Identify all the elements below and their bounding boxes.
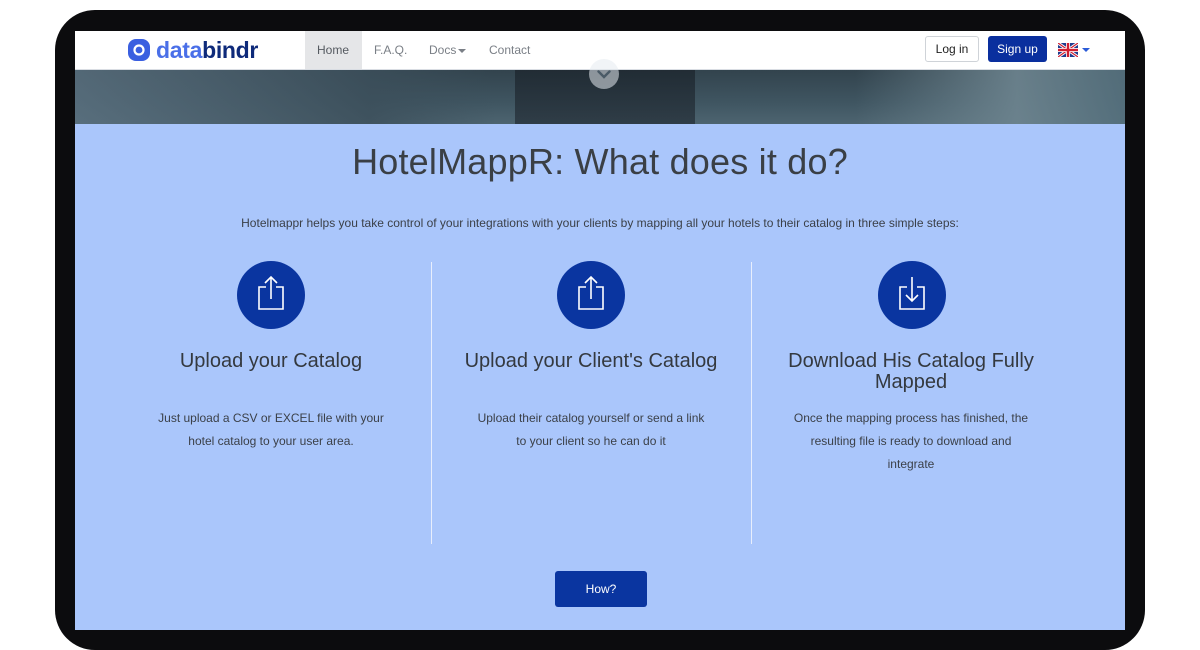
download-icon: [899, 277, 925, 310]
databindr-logo-icon: [128, 39, 150, 61]
caret-down-icon: [458, 48, 467, 53]
hero-image-strip: [75, 59, 1125, 124]
nav-faq-link[interactable]: F.A.Q.: [362, 31, 419, 69]
caret-down-icon: [1082, 48, 1090, 52]
nav-home-link[interactable]: Home: [305, 31, 362, 69]
step-description: Once the mapping process has finished, t…: [793, 411, 1029, 471]
uk-flag-icon: [1058, 43, 1078, 57]
section-title: HotelMappR: What does it do?: [352, 141, 848, 182]
step-icon-circle: [237, 261, 305, 329]
column-divider: [431, 262, 432, 544]
nav-docs-dropdown[interactable]: Docs: [417, 31, 478, 69]
column-divider: [751, 262, 752, 544]
chevron-down-icon: [597, 70, 611, 79]
step-description: Just upload a CSV or EXCEL file with you…: [158, 411, 384, 448]
step-title: Upload your Client's Catalog: [464, 350, 718, 372]
login-button[interactable]: Log in: [925, 36, 979, 62]
how-button[interactable]: How?: [555, 571, 647, 607]
intro-text: Hotelmappr helps you take control of you…: [241, 216, 959, 230]
upload-icon: [578, 275, 604, 310]
logo-text: databindr: [156, 37, 259, 63]
step-title: Download His Catalog Fully Mapped: [788, 350, 1034, 393]
signup-button[interactable]: Sign up: [988, 36, 1047, 62]
step-description: Upload their catalog yourself or send a …: [477, 411, 705, 448]
nav-contact-link[interactable]: Contact: [477, 31, 542, 69]
browser-screen: databindr Home F.A.Q. Docs Contact Log i…: [75, 31, 1125, 630]
step-icon-circle: [878, 261, 946, 329]
logo[interactable]: databindr: [127, 37, 258, 63]
step-title: Upload your Catalog: [179, 350, 363, 372]
scroll-down-button[interactable]: [589, 59, 619, 89]
upload-icon: [258, 275, 284, 310]
step-icon-circle: [557, 261, 625, 329]
language-selector[interactable]: [1058, 42, 1090, 58]
